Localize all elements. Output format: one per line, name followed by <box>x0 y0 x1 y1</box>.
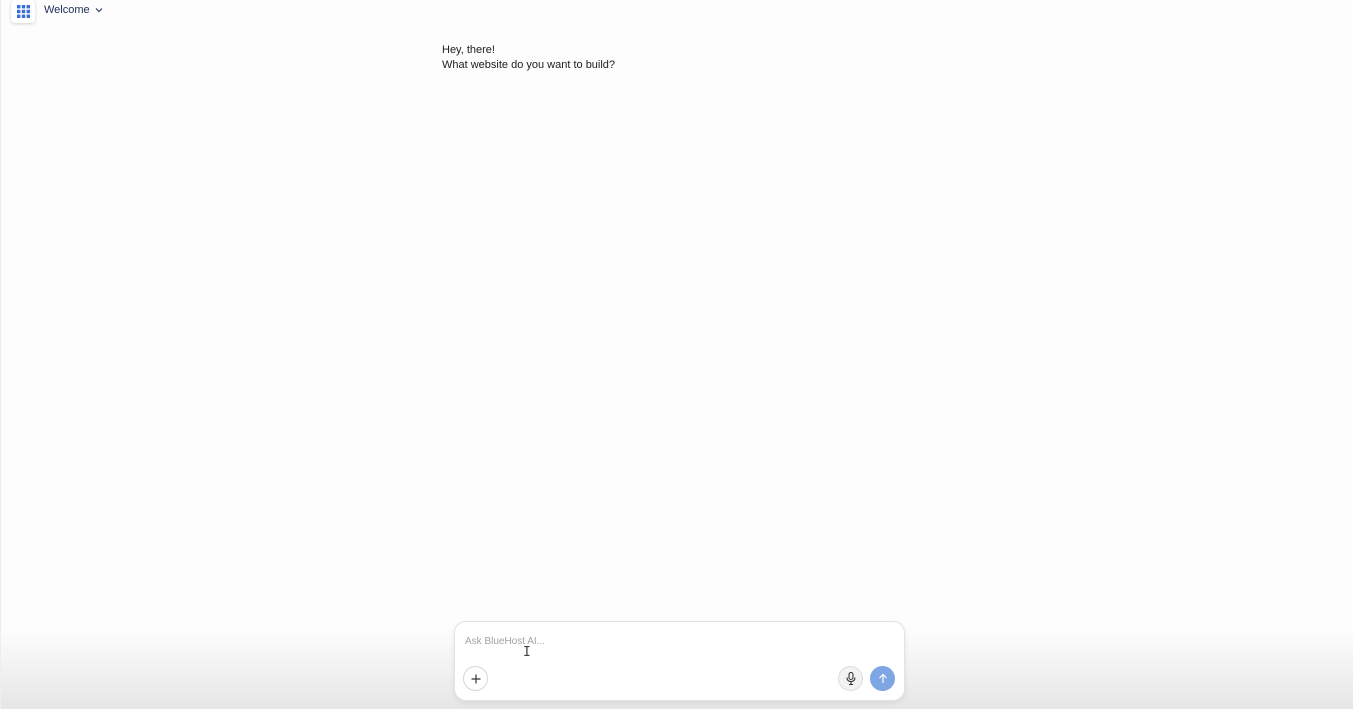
app-window: Welcome Hey, there! What website do you … <box>0 0 1353 709</box>
greeting-line-1: Hey, there! <box>442 44 495 56</box>
page-selector-label: Welcome <box>44 4 90 16</box>
chevron-down-icon <box>95 8 103 13</box>
page-selector-dropdown[interactable]: Welcome <box>44 4 103 16</box>
voice-input-button[interactable] <box>838 666 863 691</box>
plus-icon <box>471 674 480 683</box>
assistant-greeting: Hey, there! What website do you want to … <box>442 43 615 73</box>
add-attachment-button[interactable] <box>463 666 488 691</box>
greeting-line-2: What website do you want to build? <box>442 59 616 71</box>
arrow-up-icon <box>878 673 887 683</box>
grid-icon <box>16 5 30 18</box>
chat-composer: I <box>454 621 905 701</box>
apps-menu-button[interactable] <box>11 0 35 23</box>
send-button[interactable] <box>870 666 895 691</box>
chat-input[interactable] <box>465 632 885 650</box>
microphone-icon <box>845 672 856 685</box>
top-bar: Welcome <box>1 0 1353 24</box>
